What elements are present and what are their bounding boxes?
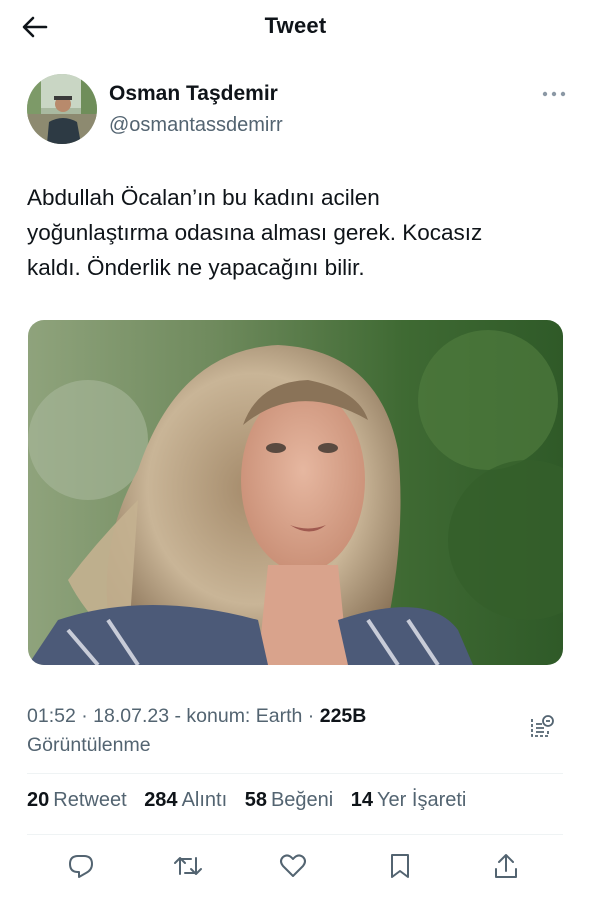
tweet-meta: 01:52 · 18.07.23 - konum: Earth · 225B G… <box>27 705 367 756</box>
reply-icon <box>69 855 93 878</box>
heart-icon <box>280 854 306 877</box>
likes-label: Beğeni <box>270 789 334 811</box>
photo-image <box>28 320 563 665</box>
author-handle[interactable]: @osmantassdemirr <box>109 114 283 137</box>
bookmarks-stat[interactable]: 14 Yer İşareti <box>351 789 467 812</box>
retweets-label: Retweet <box>53 789 127 811</box>
tweet-text-line: kaldı. Önderlik ne yapacağını bilir. <box>27 255 365 280</box>
divider <box>27 834 563 835</box>
top-bar: Tweet <box>0 0 591 56</box>
retweet-button[interactable] <box>170 848 206 884</box>
avatar-image <box>27 74 97 144</box>
tweet-text: Abdullah Öcalan’ın bu kadını acilen yoğu… <box>27 180 567 285</box>
retweet-icon <box>174 857 202 875</box>
quotes-stat[interactable]: 284 Alıntı <box>144 789 227 812</box>
tweet-stats: 20 Retweet 284 Alıntı 58 Beğeni 14 Yer İşare… <box>27 789 478 812</box>
bookmarks-count: 14 <box>350 789 374 811</box>
bookmark-icon <box>391 854 409 878</box>
tweet-text-line: Abdullah Öcalan’ın bu kadını acilen <box>27 185 380 210</box>
share-button[interactable] <box>488 848 524 884</box>
share-icon <box>495 854 517 878</box>
retweets-count: 20 <box>27 789 50 811</box>
likes-count: 58 <box>244 789 267 811</box>
quotes-label: Alıntı <box>181 789 228 811</box>
quotes-count: 284 <box>144 789 178 811</box>
tweet-photo[interactable] <box>28 320 563 665</box>
analytics-button[interactable] <box>527 712 555 740</box>
tweet-time: 01:52 <box>27 705 76 727</box>
more-button[interactable] <box>539 82 569 106</box>
tweet-author: Osman Taşdemir @osmantassdemirr <box>27 72 571 148</box>
author-name[interactable]: Osman Taşdemir <box>109 82 278 106</box>
like-button[interactable] <box>275 848 311 884</box>
tweet-actions <box>0 848 591 884</box>
tweet-date: 18.07.23 <box>93 705 170 727</box>
views-label: Görüntülenme <box>27 734 151 756</box>
bookmarks-label: Yer İşareti <box>377 789 467 811</box>
more-dots-icon <box>542 91 566 97</box>
likes-stat[interactable]: 58 Beğeni <box>245 789 334 812</box>
avatar[interactable] <box>27 74 97 144</box>
reply-button[interactable] <box>63 848 99 884</box>
retweets-stat[interactable]: 20 Retweet <box>27 789 127 812</box>
tweet-text-line: yoğunlaştırma odasına alması gerek. Koca… <box>27 220 483 245</box>
bookmark-button[interactable] <box>382 848 418 884</box>
tweet-location: konum: Earth <box>186 705 303 727</box>
views-count: 225B <box>319 705 367 727</box>
divider <box>27 773 563 774</box>
page-title: Tweet <box>264 13 327 38</box>
analytics-icon <box>531 715 554 737</box>
